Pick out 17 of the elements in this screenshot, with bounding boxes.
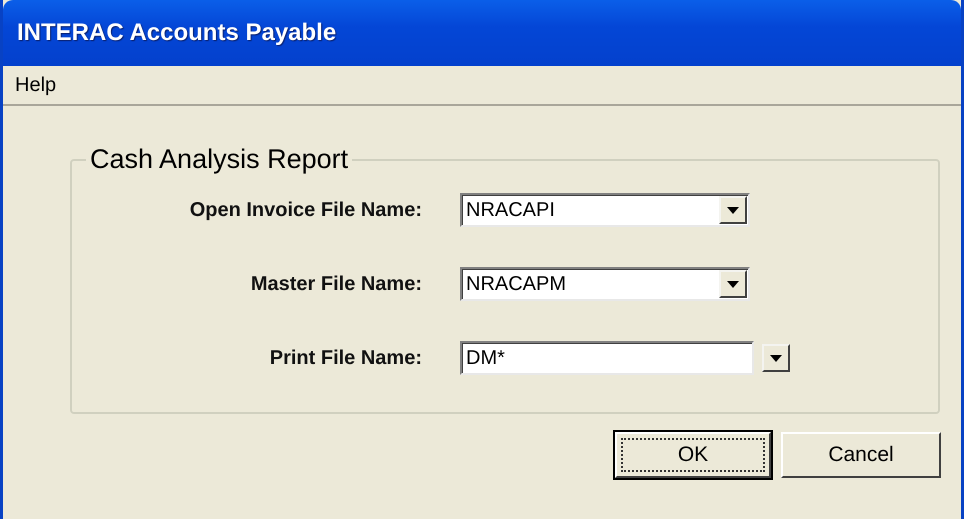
dropdown-button[interactable]: [762, 344, 790, 372]
caret-icon: [727, 280, 739, 288]
dialog-button[interactable]: OK: [615, 432, 772, 478]
dialog-button[interactable]: Cancel: [781, 432, 941, 478]
field-label: Master File Name:: [250, 272, 422, 296]
caret-icon: [727, 206, 739, 214]
input-field[interactable]: DM*: [460, 341, 754, 375]
combo-box[interactable]: NRACAPI: [460, 193, 750, 227]
caret-icon: [770, 354, 782, 362]
dropdown-button[interactable]: [719, 196, 747, 224]
field-label: Print File Name:: [270, 346, 422, 370]
group-title: Cash Analysis Report: [89, 144, 350, 175]
field-label: Open Invoice File Name:: [190, 198, 422, 222]
menu-item[interactable]: Help: [11, 72, 60, 98]
combo-box[interactable]: NRACAPM: [460, 267, 750, 301]
dropdown-button[interactable]: [719, 270, 747, 298]
window-title: INTERAC Accounts Payable: [17, 19, 336, 47]
